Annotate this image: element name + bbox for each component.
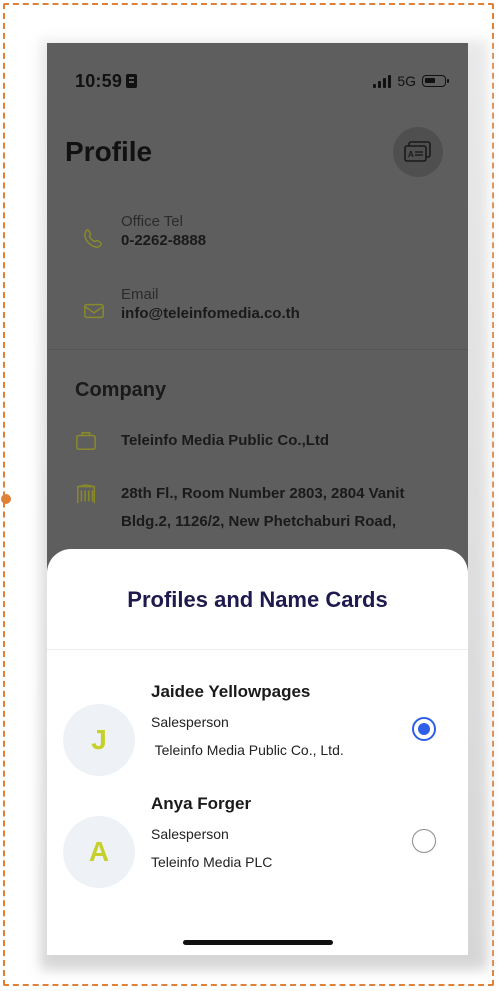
profile-company: Teleinfo Media PLC — [151, 854, 273, 870]
home-indicator[interactable] — [183, 940, 333, 945]
phone-screen: 10:59 5G Profile A Office Tel 0-2262-888… — [47, 43, 468, 955]
profile-name: Anya Forger — [151, 794, 252, 813]
profile-role: Salesperson — [151, 714, 229, 730]
svg-text:A: A — [408, 150, 414, 159]
status-bar: 10:59 5G — [47, 43, 468, 113]
avatar: A — [63, 816, 135, 888]
profiles-bottom-sheet: Profiles and Name Cards J Jaidee Yellowp… — [47, 549, 468, 955]
page-title: Profile — [65, 136, 153, 167]
address-line-2: Bldg.2, 1126/2, New Phetchaburi Road, — [121, 513, 397, 530]
email-value: info@teleinfomedia.co.th — [121, 305, 300, 322]
briefcase-icon — [76, 432, 96, 450]
profile-option[interactable]: J Jaidee Yellowpages Salesperson Teleinf… — [47, 682, 468, 786]
profile-radio-selected[interactable] — [412, 717, 436, 741]
sheet-title: Profiles and Name Cards — [127, 587, 388, 612]
profile-role: Salesperson — [151, 826, 229, 842]
building-icon — [77, 484, 95, 504]
profile-option[interactable]: A Anya Forger Salesperson Teleinfo Media… — [47, 794, 468, 898]
profile-name: Jaidee Yellowpages — [151, 682, 311, 701]
sim-icon — [126, 74, 138, 88]
company-name: Teleinfo Media Public Co.,Ltd — [121, 432, 330, 449]
address-line-1: 28th Fl., Room Number 2803, 2804 Vanit — [121, 485, 405, 502]
status-indicators: 5G — [373, 73, 449, 89]
battery-icon — [422, 75, 449, 87]
mail-icon — [84, 303, 104, 319]
divider — [47, 349, 468, 350]
status-time: 10:59 — [75, 71, 138, 92]
avatar: J — [63, 704, 135, 776]
name-card-icon: A — [404, 141, 431, 162]
sheet-divider — [47, 649, 468, 650]
profile-radio[interactable] — [412, 829, 436, 853]
office-tel-value: 0-2262-8888 — [121, 232, 207, 249]
signal-icon — [373, 74, 392, 88]
resize-handle[interactable] — [1, 494, 11, 504]
name-card-button[interactable]: A — [393, 127, 443, 177]
time-text: 10:59 — [75, 71, 123, 91]
office-tel-label: Office Tel — [121, 213, 183, 230]
network-label: 5G — [397, 73, 416, 89]
email-label: Email — [121, 286, 159, 303]
profile-company: Teleinfo Media Public Co., Ltd. — [151, 742, 344, 758]
phone-icon — [84, 229, 103, 248]
company-heading: Company — [75, 379, 167, 401]
